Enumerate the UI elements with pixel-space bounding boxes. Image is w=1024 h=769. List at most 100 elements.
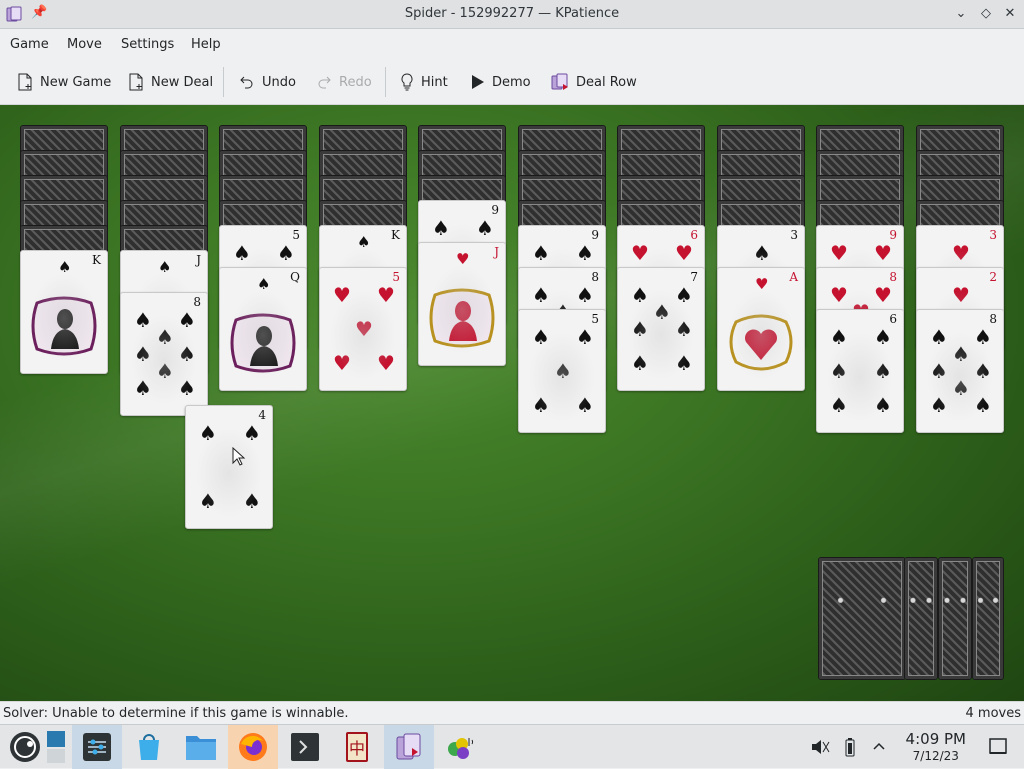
close-button[interactable]: ✕ <box>1000 4 1020 24</box>
tableau-card[interactable]: 5♠♠♠♠♠ <box>518 309 606 433</box>
deal-row-button[interactable]: Deal Row <box>551 71 637 93</box>
card-pip: ♠ <box>974 393 992 417</box>
menu-game[interactable]: Game <box>10 37 49 52</box>
deal-cards-icon <box>551 73 568 90</box>
terminal-icon[interactable] <box>280 725 330 769</box>
card-pip: ♥ <box>952 241 970 265</box>
card-pip: ♠ <box>532 283 550 307</box>
undo-button[interactable]: Undo <box>239 71 296 93</box>
tableau-card[interactable]: Q ♠ <box>219 267 307 391</box>
card-pip: ♠ <box>432 216 450 240</box>
card-pip: ♠ <box>277 241 295 265</box>
card-pip: ♠ <box>952 342 970 366</box>
toolbar-separator <box>223 67 224 97</box>
card-rank: 3 <box>790 228 798 242</box>
show-desktop-icon[interactable] <box>989 738 1007 756</box>
card-pip: ♠ <box>532 325 550 349</box>
card-rank: 5 <box>392 270 400 284</box>
dragged-card[interactable]: 4 ♠ ♠ ♠ ♠ <box>185 405 273 529</box>
new-game-button[interactable]: New Game <box>17 71 111 93</box>
volume-muted-icon[interactable] <box>810 738 830 756</box>
tableau-card[interactable]: K ♠ <box>20 250 108 374</box>
card-pip: ♠ <box>653 300 671 324</box>
stock-pile[interactable] <box>904 557 938 680</box>
maximize-button[interactable]: ◇ <box>976 4 996 24</box>
tableau-card[interactable]: 8♠♠♠♠♠♠♠♠ <box>120 292 208 416</box>
card-pip: ♠ <box>134 342 152 366</box>
card-pip: ♠ <box>532 241 550 265</box>
card-rank: 2 <box>989 270 997 284</box>
face-portrait <box>230 313 296 373</box>
card-suit: ♠ <box>158 258 172 276</box>
battery-icon[interactable] <box>844 737 856 757</box>
card-pip: ♠ <box>830 393 848 417</box>
card-pip: ♠ <box>178 376 196 400</box>
tableau-card[interactable]: 7 ♠ ♠ ♠ ♠ ♠ ♠ ♠ <box>617 267 705 391</box>
menu-settings[interactable]: Settings <box>121 37 174 52</box>
mahjongg-icon[interactable]: 中 <box>332 725 382 769</box>
card-pip: ♠ <box>134 376 152 400</box>
stock-pile[interactable] <box>972 557 1004 680</box>
card-rank: 4 <box>258 408 266 422</box>
clock[interactable]: 4:09 PM 7/12/23 <box>906 730 966 763</box>
card-pip: ♥ <box>874 241 892 265</box>
new-document-icon <box>129 73 143 91</box>
card-pip: ♠ <box>243 489 261 513</box>
firefox-icon[interactable] <box>228 725 278 769</box>
card-suit: ♥ <box>755 275 769 293</box>
card-pip: ♠ <box>156 359 174 383</box>
demo-button[interactable]: Demo <box>471 71 531 93</box>
redo-button[interactable]: Redo <box>316 71 372 93</box>
card-pip: ♥ <box>377 283 395 307</box>
card-rank: 6 <box>690 228 698 242</box>
card-pip: ♠ <box>178 308 196 332</box>
stock-pile[interactable] <box>818 557 906 680</box>
hint-button[interactable]: Hint <box>400 71 448 93</box>
tableau-card[interactable]: 8♠♠♠♠♠♠♠♠ <box>916 309 1004 433</box>
card-rank: 5 <box>591 312 599 326</box>
card-rank: 9 <box>491 203 499 217</box>
card-pip: ♥ <box>355 317 373 341</box>
card-suit: ♥ <box>456 250 470 268</box>
menu-help[interactable]: Help <box>191 37 221 52</box>
kpatience-icon[interactable] <box>384 725 434 769</box>
card-rank: 5 <box>292 228 300 242</box>
card-suit: ♠ <box>257 275 271 293</box>
card-pip: ♠ <box>874 359 892 383</box>
card-pip: ♠ <box>576 241 594 265</box>
system-settings-icon[interactable] <box>72 725 122 769</box>
card-pip: ♥ <box>830 241 848 265</box>
tableau-card[interactable]: 5 ♥ ♥ ♥ ♥ ♥ <box>319 267 407 391</box>
tableau-card[interactable]: A ♥ <box>717 267 805 391</box>
file-manager-icon[interactable] <box>176 725 226 769</box>
card-pip: ♠ <box>476 216 494 240</box>
card-pip: ♠ <box>532 393 550 417</box>
card-pip: ♠ <box>930 325 948 349</box>
card-pip: ♥ <box>631 241 649 265</box>
new-deal-button[interactable]: New Deal <box>128 71 213 93</box>
card-rank: 9 <box>889 228 897 242</box>
game-table[interactable]: K♠J♠8♠♠♠♠♠♠♠♠5♠♠♠♠♠Q♠K♠5♥♥♥♥♥9♠♠♠♠♠♠♠♠♠J… <box>0 105 1024 701</box>
card-pip: ♠ <box>930 359 948 383</box>
card-pip: ♠ <box>974 359 992 383</box>
tableau-card[interactable]: 6 ♠ ♠ ♠ ♠ ♠ ♠ <box>816 309 904 433</box>
card-rank: 6 <box>889 312 897 326</box>
card-pip: ♠ <box>233 241 251 265</box>
discover-icon[interactable] <box>124 725 174 769</box>
hint-label: Hint <box>421 74 448 90</box>
status-bar: Solver: Unable to determine if this game… <box>0 701 1024 724</box>
card-pip: ♠ <box>554 359 572 383</box>
menu-move[interactable]: Move <box>67 37 102 52</box>
chevron-up-icon[interactable] <box>872 740 886 752</box>
toolbar: New Game New Deal Undo Redo Hint Demo De… <box>0 59 1024 105</box>
card-rank: J <box>196 253 201 267</box>
kdiamond-icon[interactable] <box>436 725 486 769</box>
minimize-button[interactable]: ⌄ <box>951 4 971 24</box>
desktop-pager-icon[interactable] <box>40 725 72 769</box>
window-title: Spider - 152992277 — KPatience <box>404 6 620 21</box>
stock-pile[interactable] <box>938 557 972 680</box>
tableau-card[interactable]: J ♥ <box>418 242 506 366</box>
card-pip: ♠ <box>199 489 217 513</box>
card-pip: ♠ <box>199 421 217 445</box>
card-suit: ♠ <box>357 233 371 251</box>
